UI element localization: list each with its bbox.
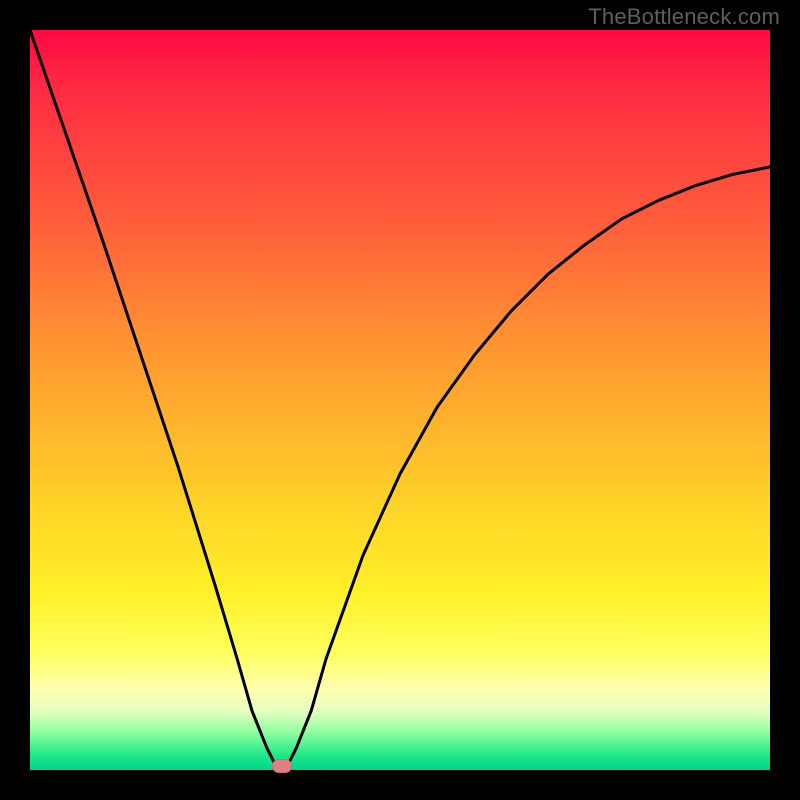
curve-line (30, 30, 770, 770)
watermark-text: TheBottleneck.com (588, 4, 780, 30)
bottleneck-curve (30, 30, 770, 770)
plot-area (30, 30, 770, 770)
minimum-marker (272, 759, 292, 773)
chart-stage: TheBottleneck.com (0, 0, 800, 800)
